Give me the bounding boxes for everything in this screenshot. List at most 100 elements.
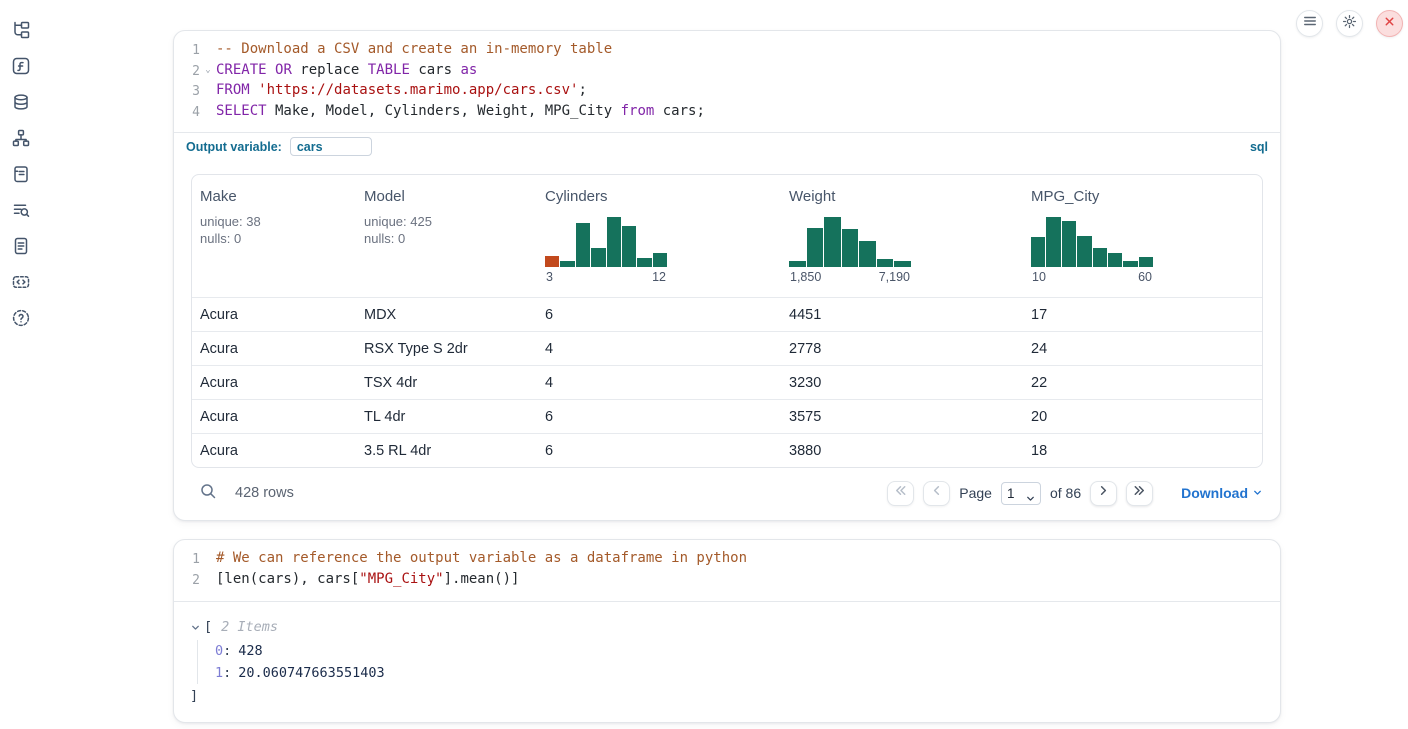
histogram-bar[interactable] [637, 258, 651, 268]
histogram-bar[interactable] [576, 223, 590, 267]
histogram-bar[interactable] [545, 256, 559, 267]
sidebar-item-functions[interactable] [12, 59, 30, 77]
download-button[interactable]: Download [1181, 485, 1263, 501]
histogram-bar[interactable] [622, 226, 636, 267]
histogram-bar[interactable] [807, 228, 824, 267]
sidebar-item-search-logs[interactable] [12, 203, 30, 221]
sidebar-item-help[interactable] [12, 311, 30, 329]
code-line[interactable]: 4SELECT Make, Model, Cylinders, Weight, … [174, 102, 1280, 123]
histogram-bar[interactable] [859, 241, 876, 267]
line-number: 2 [174, 61, 200, 82]
table-cell: TL 4dr [356, 400, 537, 433]
table-row[interactable]: AcuraRSX Type S 2dr4277824 [192, 331, 1262, 365]
table-row[interactable]: AcuraMDX6445117 [192, 297, 1262, 331]
line-number: 2 [174, 570, 200, 591]
histogram-bar[interactable] [560, 261, 574, 268]
previous-page-button[interactable] [923, 481, 950, 506]
tree-item-list: 0:4281:20.060747663551403 [197, 640, 1264, 684]
code-line[interactable]: 2⌄CREATE OR replace TABLE cars as [174, 61, 1280, 82]
column-header-mpg_city[interactable]: MPG_City1060 [1023, 175, 1262, 297]
page-total-label: of 86 [1050, 485, 1081, 501]
table-cell: 24 [1023, 332, 1262, 365]
shutdown-button[interactable] [1376, 10, 1403, 37]
table-cell: 3575 [781, 400, 1023, 433]
python-code-editor[interactable]: 1# We can reference the output variable … [174, 540, 1280, 600]
sql-code-editor[interactable]: 1-- Download a CSV and create an in-memo… [174, 31, 1280, 132]
histogram-max-label: 60 [1138, 270, 1152, 284]
page-select-value: 1 [1007, 486, 1015, 501]
last-page-button[interactable] [1126, 481, 1153, 506]
fold-chevron-icon[interactable]: ⌄ [200, 61, 216, 81]
histogram-bar[interactable] [591, 248, 605, 268]
tree-item[interactable]: 1:20.060747663551403 [215, 662, 1264, 684]
table-cell: MDX [356, 298, 537, 331]
column-header-weight[interactable]: Weight1,8507,190 [781, 175, 1023, 297]
chevron-down-icon[interactable] [190, 622, 201, 633]
column-histogram: 1,8507,190 [789, 217, 911, 284]
table-cell: 4 [537, 332, 781, 365]
histogram-bar[interactable] [1062, 221, 1076, 267]
histogram-bar[interactable] [824, 217, 841, 267]
sidebar-item-logs[interactable] [12, 167, 30, 185]
settings-button[interactable] [1336, 10, 1363, 37]
histogram-bar[interactable] [842, 229, 859, 267]
first-page-button[interactable] [887, 481, 914, 506]
table-cell: 3230 [781, 366, 1023, 399]
histogram-bar[interactable] [607, 217, 621, 267]
histogram-bar[interactable] [1108, 253, 1122, 267]
output-variable-input[interactable] [290, 137, 372, 156]
histogram-min-label: 3 [546, 270, 553, 284]
histogram-axis: 1,8507,190 [789, 267, 911, 284]
table-cell: 6 [537, 298, 781, 331]
sidebar-item-datasources[interactable] [12, 95, 30, 113]
search-icon[interactable] [199, 482, 217, 505]
histogram-bar[interactable] [789, 261, 806, 267]
histogram-bar[interactable] [1077, 236, 1091, 267]
tree-item[interactable]: 0:428 [215, 640, 1264, 662]
next-page-button[interactable] [1090, 481, 1117, 506]
histogram-bars [1031, 217, 1153, 267]
code-text: FROM 'https://datasets.marimo.app/cars.c… [216, 81, 587, 101]
histogram-bars [545, 217, 667, 267]
column-label: Model [364, 188, 529, 205]
table-row[interactable]: Acura3.5 RL 4dr6388018 [192, 433, 1262, 467]
table-row[interactable]: AcuraTSX 4dr4323022 [192, 365, 1262, 399]
column-header-model[interactable]: Modelunique: 425nulls: 0 [356, 175, 537, 297]
histogram-bars [789, 217, 911, 267]
histogram-bar[interactable] [1031, 237, 1045, 267]
sidebar-item-file-explorer[interactable] [12, 23, 30, 41]
sitemap-icon [12, 129, 30, 152]
sidebar-item-dependency-graph[interactable] [12, 131, 30, 149]
column-header-make[interactable]: Makeunique: 38nulls: 0 [192, 175, 356, 297]
language-badge[interactable]: sql [1250, 140, 1268, 154]
tree-item-value: 20.060747663551403 [238, 665, 384, 681]
code-line[interactable]: 3FROM 'https://datasets.marimo.app/cars.… [174, 81, 1280, 102]
histogram-bar[interactable] [653, 253, 667, 267]
table-cell: 22 [1023, 366, 1262, 399]
tree-item-colon: : [223, 665, 231, 681]
page-select[interactable]: 1 [1001, 482, 1041, 505]
code-line[interactable]: 1-- Download a CSV and create an in-memo… [174, 40, 1280, 61]
table-row[interactable]: AcuraTL 4dr6357520 [192, 399, 1262, 433]
histogram-bar[interactable] [877, 259, 894, 267]
column-header-cylinders[interactable]: Cylinders312 [537, 175, 781, 297]
code-line[interactable]: 2[len(cars), cars["MPG_City"].mean()] [174, 570, 1280, 591]
table-cell: Acura [192, 332, 356, 365]
sidebar-item-documentation[interactable] [12, 239, 30, 257]
tree-item-key: 1 [215, 665, 223, 681]
histogram-bar[interactable] [894, 261, 911, 268]
sidebar-item-snippets[interactable] [12, 275, 30, 293]
histogram-axis: 312 [545, 267, 667, 284]
histogram-bar[interactable] [1123, 261, 1137, 267]
tree-items-count: 2 Items [221, 619, 278, 635]
python-cell: 1# We can reference the output variable … [173, 539, 1281, 722]
histogram-bar[interactable] [1139, 257, 1153, 267]
tree-open-bracket: [ [204, 619, 212, 635]
histogram-bar[interactable] [1046, 217, 1060, 267]
line-number: 1 [174, 40, 200, 61]
code-line[interactable]: 1# We can reference the output variable … [174, 549, 1280, 570]
table-cell: RSX Type S 2dr [356, 332, 537, 365]
menu-button[interactable] [1296, 10, 1323, 37]
code-box-icon [12, 273, 30, 296]
histogram-bar[interactable] [1093, 248, 1107, 267]
